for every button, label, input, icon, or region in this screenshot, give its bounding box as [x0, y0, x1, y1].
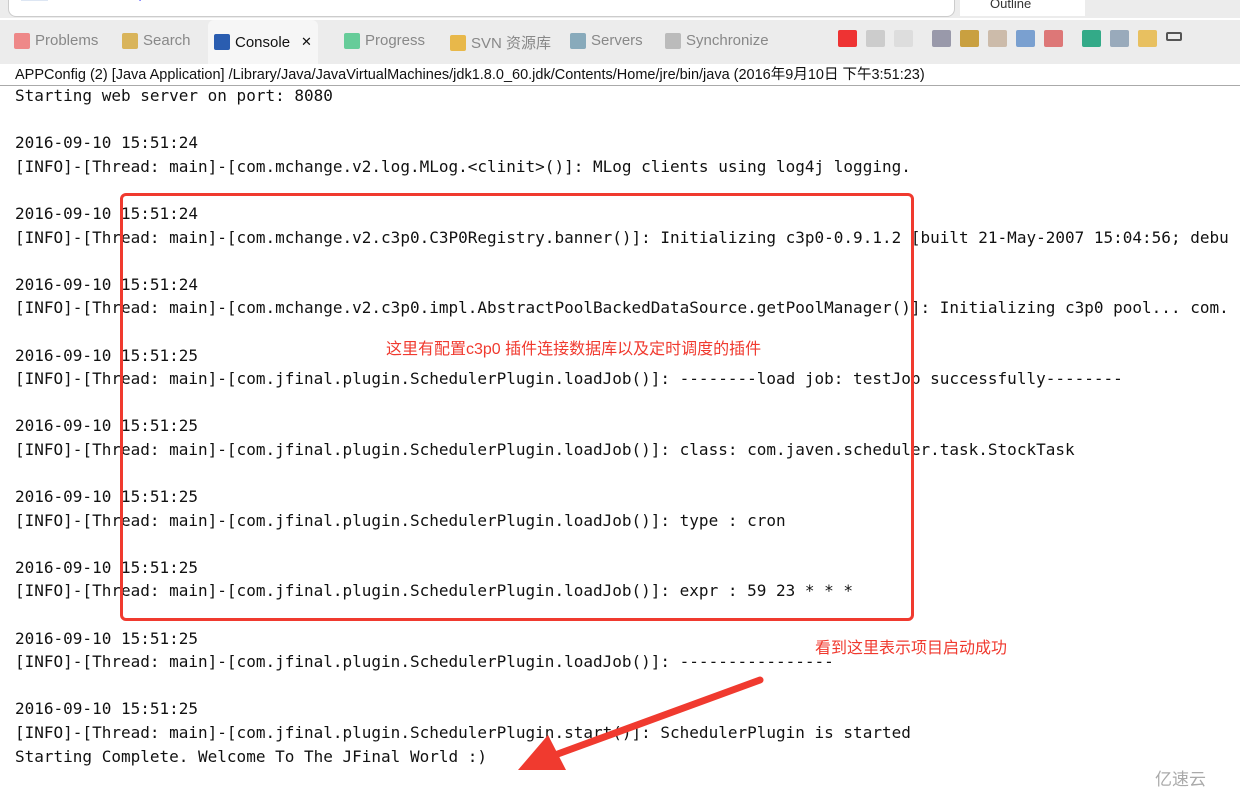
watermark-logo: 亿速云 [1155, 770, 1206, 789]
arrow-icon [518, 676, 764, 770]
